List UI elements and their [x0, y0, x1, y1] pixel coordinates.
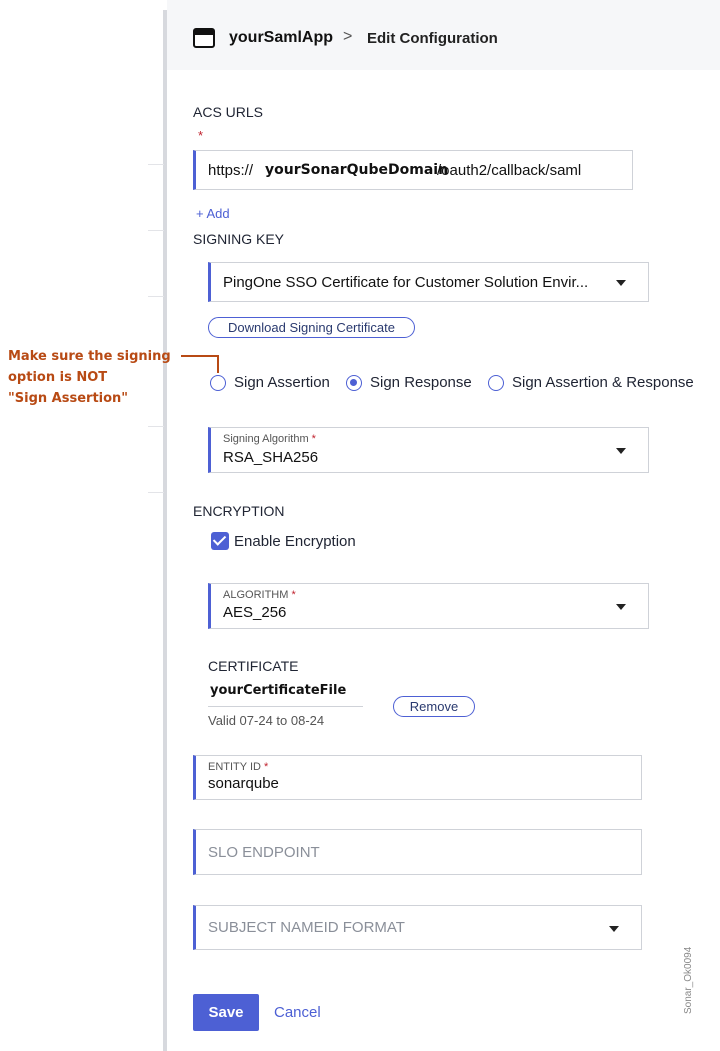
- chevron-down-icon: [616, 604, 626, 610]
- slo-endpoint-input[interactable]: SLO ENDPOINT: [193, 829, 642, 875]
- chevron-down-icon: [609, 926, 619, 932]
- field-label-text: Signing Algorithm: [223, 433, 309, 445]
- signing-algorithm-value: RSA_SHA256: [223, 449, 319, 466]
- entity-id-value: sonarqube: [208, 775, 279, 792]
- page-header: yourSamlApp > Edit Configuration: [167, 0, 720, 70]
- annotation-connector: [217, 355, 219, 373]
- radio-button[interactable]: [488, 374, 504, 391]
- acs-url-input[interactable]: https:// yourSonarQubeDomain /oauth2/cal…: [193, 150, 633, 190]
- encryption-label: ENCRYPTION: [193, 503, 285, 519]
- divider-tick: [148, 164, 164, 165]
- page-title: Edit Configuration: [367, 30, 498, 47]
- radio-label: Sign Response: [370, 374, 472, 391]
- entity-id-label: ENTITY ID *: [208, 761, 268, 773]
- acs-url-prefix: https://: [208, 162, 254, 179]
- enable-encryption-label[interactable]: Enable Encryption: [234, 533, 356, 550]
- signing-algorithm-select[interactable]: Signing Algorithm * RSA_SHA256: [208, 427, 649, 473]
- annotation-line: Make sure the signing: [8, 349, 171, 364]
- add-acs-url-link[interactable]: + Add: [196, 206, 230, 221]
- divider-tick: [148, 296, 164, 297]
- remove-certificate-button[interactable]: Remove: [393, 696, 475, 717]
- radio-label: Sign Assertion: [234, 374, 330, 391]
- radio-sign-assertion-response[interactable]: Sign Assertion & Response: [488, 374, 694, 391]
- breadcrumb-app-name[interactable]: yourSamlApp: [229, 29, 333, 47]
- required-marker: *: [198, 128, 204, 143]
- signing-algorithm-label: Signing Algorithm *: [223, 433, 316, 445]
- required-marker: *: [311, 433, 316, 445]
- entity-id-input[interactable]: ENTITY ID * sonarqube: [193, 755, 642, 800]
- acs-urls-label: ACS URLS: [193, 104, 264, 120]
- required-marker: *: [291, 589, 296, 601]
- divider-tick: [148, 230, 164, 231]
- app-window-icon: [193, 28, 215, 48]
- certificate-label: CERTIFICATE: [208, 658, 299, 674]
- certificate-file-name: yourCertificateFile: [210, 683, 347, 698]
- slo-endpoint-placeholder: SLO ENDPOINT: [208, 844, 320, 861]
- radio-sign-response[interactable]: Sign Response: [346, 374, 472, 391]
- encryption-algorithm-select[interactable]: ALGORITHM * AES_256: [208, 583, 649, 629]
- radio-label: Sign Assertion & Response: [512, 374, 694, 391]
- field-label-text: ENTITY ID: [208, 761, 261, 773]
- chevron-down-icon: [616, 448, 626, 454]
- annotation-line: "Sign Assertion": [8, 391, 129, 406]
- subject-nameid-format-select[interactable]: SUBJECT NAMEID FORMAT: [193, 905, 642, 950]
- divider-tick: [148, 492, 164, 493]
- image-watermark: Sonar_Ok0094: [683, 946, 694, 1014]
- acs-url-domain: yourSonarQubeDomain: [265, 162, 449, 178]
- enable-encryption-checkbox[interactable]: [211, 532, 229, 550]
- encryption-algorithm-value: AES_256: [223, 604, 287, 621]
- signing-annotation: Make sure the signing option is NOT "Sig…: [8, 346, 188, 409]
- left-divider: [163, 10, 167, 1051]
- encryption-algorithm-label: ALGORITHM *: [223, 589, 296, 601]
- divider-tick: [148, 426, 164, 427]
- signing-key-value: PingOne SSO Certificate for Customer Sol…: [223, 274, 589, 291]
- cancel-button[interactable]: Cancel: [274, 1004, 321, 1021]
- field-label-text: ALGORITHM: [223, 589, 289, 601]
- radio-sign-assertion[interactable]: Sign Assertion: [210, 374, 330, 391]
- radio-button[interactable]: [210, 374, 226, 391]
- certificate-validity: Valid 07-24 to 08-24: [208, 713, 325, 728]
- annotation-line: option is NOT: [8, 370, 108, 385]
- certificate-underline: [208, 706, 363, 707]
- signing-key-select[interactable]: PingOne SSO Certificate for Customer Sol…: [208, 262, 649, 302]
- chevron-down-icon: [616, 280, 626, 286]
- acs-url-suffix: /oauth2/callback/saml: [437, 162, 582, 179]
- signing-key-label: SIGNING KEY: [193, 231, 285, 247]
- save-button[interactable]: Save: [193, 994, 259, 1031]
- chevron-right-icon: >: [343, 28, 353, 45]
- radio-button[interactable]: [346, 374, 362, 391]
- required-marker: *: [264, 761, 269, 773]
- annotation-connector: [181, 355, 219, 357]
- subject-nameid-placeholder: SUBJECT NAMEID FORMAT: [208, 919, 405, 936]
- download-signing-certificate-button[interactable]: Download Signing Certificate: [208, 317, 415, 338]
